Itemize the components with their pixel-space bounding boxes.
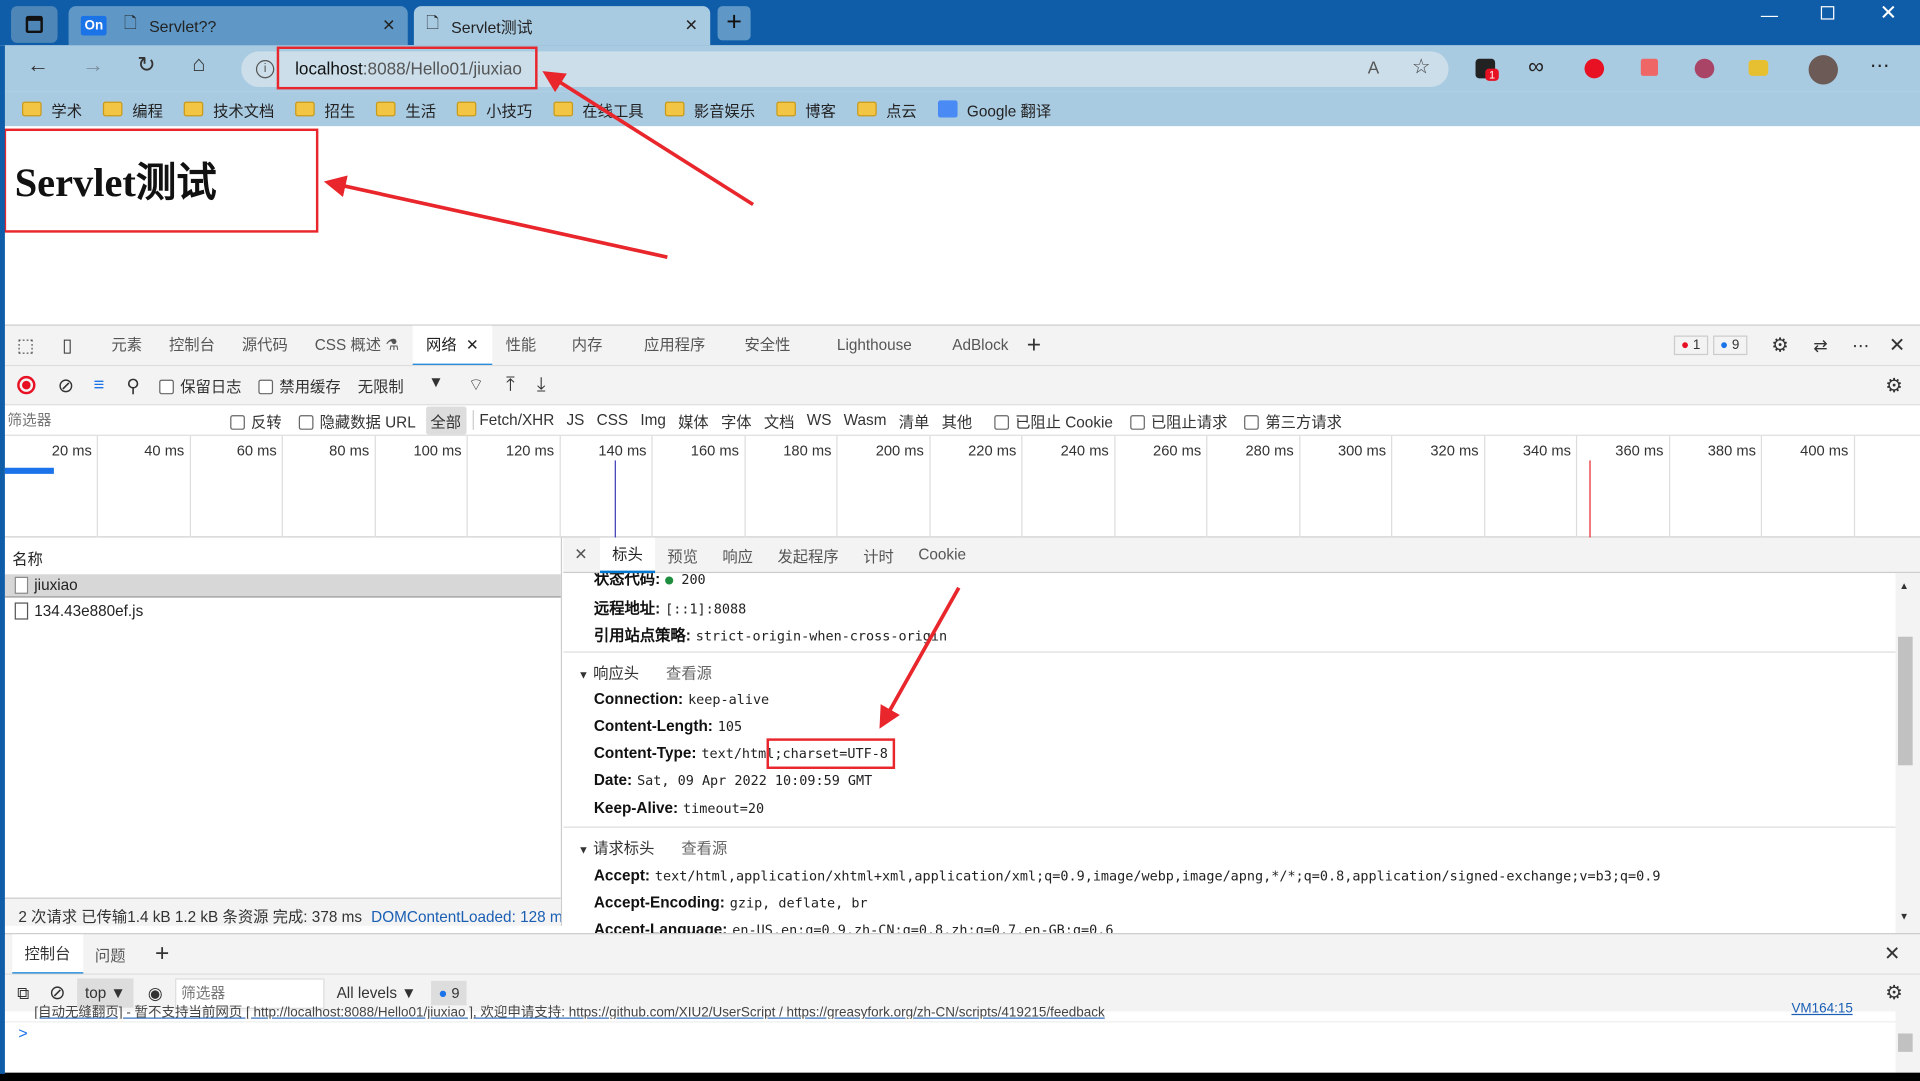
arrow-to-charset (879, 586, 961, 729)
screen: On 🗋 Servlet?? ✕ 🗋 Servlet测试 ✕ + — ✕ ← →… (0, 0, 1920, 1081)
arrow-to-url (542, 71, 755, 207)
annotation-arrows (323, 71, 961, 729)
arrow-to-heading (323, 175, 668, 259)
window-left-border (0, 45, 5, 1074)
